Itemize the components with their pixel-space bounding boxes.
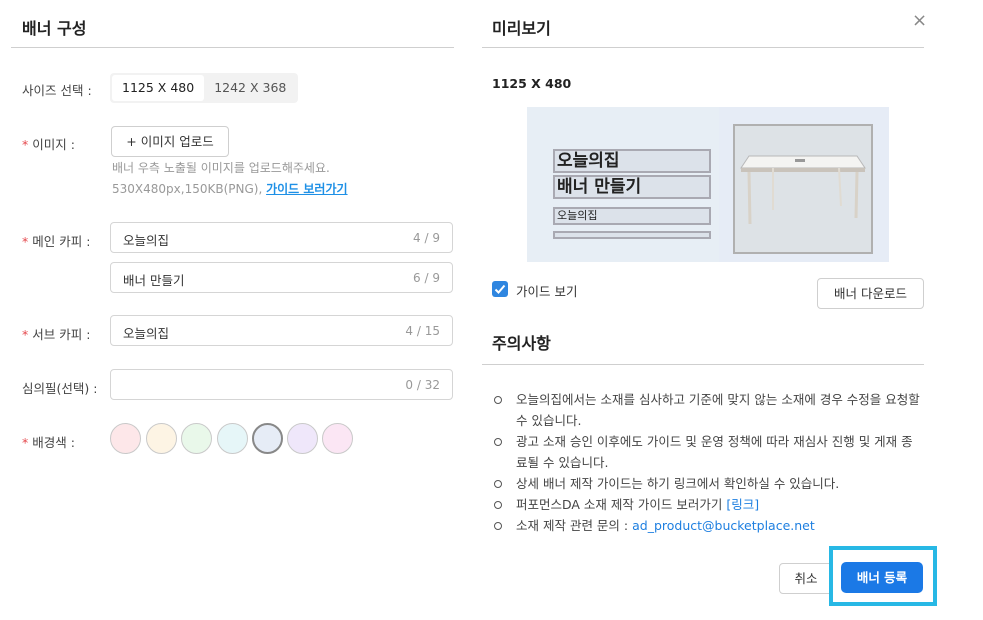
review-input[interactable]: 0 / 32 (110, 369, 453, 400)
guide-checkbox-label[interactable]: 가이드 보기 (516, 281, 577, 300)
bg-color-swatch-mint[interactable] (217, 423, 248, 454)
main-copy-input-2[interactable]: 배너 만들기 6 / 9 (110, 262, 453, 293)
banner-download-button[interactable]: 배너 다운로드 (817, 278, 924, 309)
note-item: 소재 제작 관련 문의 : ad_product@bucketplace.net (492, 515, 922, 536)
contact-email-link[interactable]: ad_product@bucketplace.net (632, 518, 815, 533)
size-label: 사이즈 선택 : (22, 83, 92, 98)
sub-copy-label: * 서브 카피 : (22, 324, 90, 343)
required-mark: * (22, 435, 29, 450)
notes-title: 주의사항 (492, 334, 551, 353)
banner-main-copy-1: 오늘의집 (553, 149, 711, 173)
bg-color-swatch-magenta[interactable] (322, 423, 353, 454)
upload-hint-line-1: 배너 우측 노출될 이미지를 업로드해주세요. (112, 161, 330, 175)
note-contact-text: 소재 제작 관련 문의 : (516, 518, 629, 533)
image-upload-button[interactable]: + 이미지 업로드 (111, 126, 229, 157)
main-copy-label-text: 메인 카피 : (32, 234, 91, 249)
bg-color-swatch-purple[interactable] (287, 423, 318, 454)
sub-copy-value: 오늘의집 (123, 326, 170, 341)
note-item: 광고 소재 승인 이후에도 가이드 및 운영 정책에 따라 재심사 진행 및 게… (492, 431, 922, 473)
bg-color-swatch-pink[interactable] (110, 423, 141, 454)
bg-color-swatch-blue[interactable] (252, 423, 283, 454)
bg-color-label: * 배경색 : (22, 432, 75, 451)
banner-review-box (553, 231, 711, 239)
table-image-icon (735, 126, 871, 252)
banner-product-image (733, 124, 873, 254)
sub-copy-input[interactable]: 오늘의집 4 / 15 (110, 315, 453, 346)
required-mark: * (22, 137, 29, 152)
review-label: 심의필(선택) : (22, 381, 98, 396)
size-option-1125[interactable]: 1125 X 480 (112, 75, 205, 101)
preview-title: 미리보기 (492, 19, 551, 38)
close-icon[interactable]: × (912, 10, 927, 31)
note-item: 상세 배너 제작 가이드는 하기 링크에서 확인하실 수 있습니다. (492, 473, 922, 494)
bg-color-swatch-yellow[interactable] (146, 423, 177, 454)
bg-color-swatch-green[interactable] (181, 423, 212, 454)
size-toggle: 1125 X 480 1242 X 368 (110, 73, 299, 103)
notes-list: 오늘의집에서는 소재를 심사하고 기준에 맞지 않는 소재에 경우 수정을 요청… (492, 389, 922, 536)
divider (482, 47, 924, 48)
note-link[interactable]: [링크] (726, 497, 759, 512)
required-mark: * (22, 234, 29, 249)
required-mark: * (22, 327, 29, 342)
main-copy-value-1: 오늘의집 (123, 233, 170, 248)
image-label: * 이미지 : (22, 134, 75, 153)
bg-color-label-text: 배경색 : (32, 435, 75, 450)
check-icon (494, 284, 506, 294)
banner-preview: 오늘의집 배너 만들기 오늘의집 (527, 107, 889, 262)
size-option-1242[interactable]: 1242 X 368 (204, 75, 296, 101)
main-copy-count-2: 6 / 9 (413, 271, 440, 285)
cancel-button[interactable]: 취소 (779, 563, 833, 594)
guide-link[interactable]: 가이드 보러가기 (266, 182, 347, 196)
banner-sub-copy: 오늘의집 (553, 207, 711, 225)
upload-hint: 배너 우측 노출될 이미지를 업로드해주세요. 530X480px,150KB(… (112, 158, 348, 200)
sub-copy-count: 4 / 15 (405, 324, 440, 338)
main-copy-value-2: 배너 만들기 (123, 273, 185, 288)
image-label-text: 이미지 : (32, 137, 75, 152)
guide-checkbox[interactable] (492, 281, 508, 297)
divider (482, 364, 924, 365)
review-count: 0 / 32 (405, 378, 440, 392)
note-item: 퍼포먼스DA 소재 제작 가이드 보러가기 [링크] (492, 494, 922, 515)
preview-size: 1125 X 480 (492, 76, 572, 91)
divider (11, 47, 454, 48)
banner-config-title: 배너 구성 (22, 19, 87, 38)
sub-copy-label-text: 서브 카피 : (32, 327, 91, 342)
upload-hint-spec: 530X480px,150KB(PNG), (112, 182, 263, 196)
main-copy-label: * 메인 카피 : (22, 231, 90, 250)
note-item: 오늘의집에서는 소재를 심사하고 기준에 맞지 않는 소재에 경우 수정을 요청… (492, 389, 922, 431)
main-copy-input-1[interactable]: 오늘의집 4 / 9 (110, 222, 453, 253)
banner-main-copy-2: 배너 만들기 (553, 175, 711, 199)
upload-hint-line-2: 530X480px,150KB(PNG), 가이드 보러가기 (112, 179, 348, 200)
note-guide-text: 퍼포먼스DA 소재 제작 가이드 보러가기 (516, 497, 723, 512)
main-copy-count-1: 4 / 9 (413, 231, 440, 245)
submit-banner-button[interactable]: 배너 등록 (841, 562, 923, 593)
